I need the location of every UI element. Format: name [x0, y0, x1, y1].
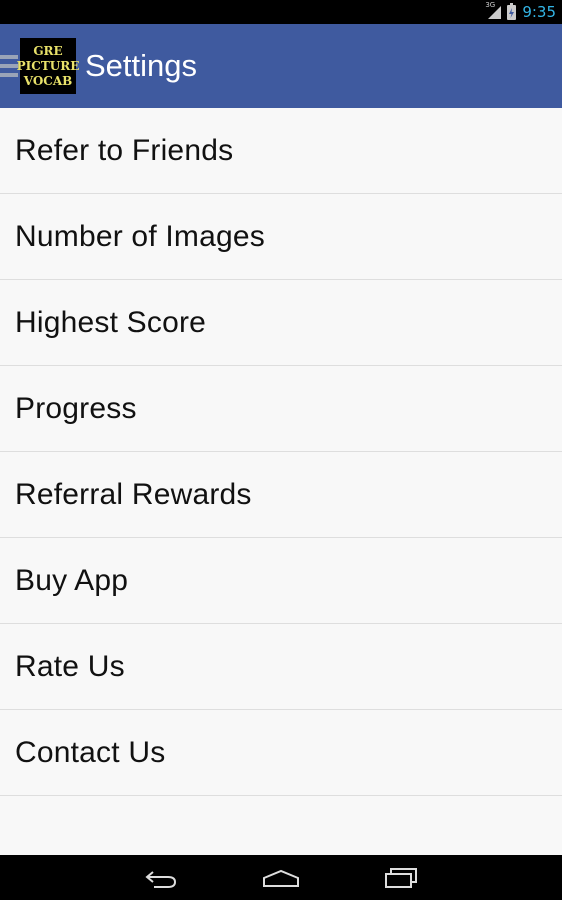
app-logo[interactable]: GRE PICTURE VOCAB [17, 38, 79, 94]
navigation-bar [0, 855, 562, 900]
settings-item-label: Contact Us [15, 735, 166, 769]
settings-item-label: Highest Score [15, 305, 207, 339]
settings-item-referral-rewards[interactable]: Referral Rewards [0, 452, 562, 538]
logo-line-1: GRE [33, 43, 63, 58]
settings-list: Refer to Friends Number of Images Highes… [0, 108, 562, 855]
settings-item-rate-us[interactable]: Rate Us [0, 624, 562, 710]
battery-icon [507, 2, 517, 20]
logo-line-2: PICTURE [16, 58, 80, 73]
settings-item-label: Number of Images [15, 219, 265, 253]
settings-item-label: Refer to Friends [15, 133, 234, 167]
back-icon[interactable] [144, 866, 178, 894]
settings-item-label: Rate Us [15, 649, 125, 683]
settings-item-buy-app[interactable]: Buy App [0, 538, 562, 624]
settings-item-label: Buy App [15, 563, 129, 597]
status-bar: 3G 9:35 [0, 0, 562, 24]
settings-item-progress[interactable]: Progress [0, 366, 562, 452]
settings-item-number-of-images[interactable]: Number of Images [0, 194, 562, 280]
settings-item-contact-us[interactable]: Contact Us [0, 710, 562, 796]
drawer-menu-icon[interactable] [0, 55, 18, 79]
status-icons: 3G 9:35 [485, 0, 556, 24]
settings-item-label: Progress [15, 391, 137, 425]
home-icon[interactable] [262, 866, 300, 894]
logo-line-3: VOCAB [23, 73, 73, 88]
action-bar: GRE PICTURE VOCAB Settings [0, 24, 562, 108]
page-title: Settings [85, 48, 198, 83]
recent-apps-icon[interactable] [384, 866, 418, 894]
settings-item-label: Referral Rewards [15, 477, 252, 511]
clock: 9:35 [522, 3, 556, 21]
signal-icon: 3G [485, 1, 502, 20]
settings-item-refer-to-friends[interactable]: Refer to Friends [0, 108, 562, 194]
settings-item-highest-score[interactable]: Highest Score [0, 280, 562, 366]
